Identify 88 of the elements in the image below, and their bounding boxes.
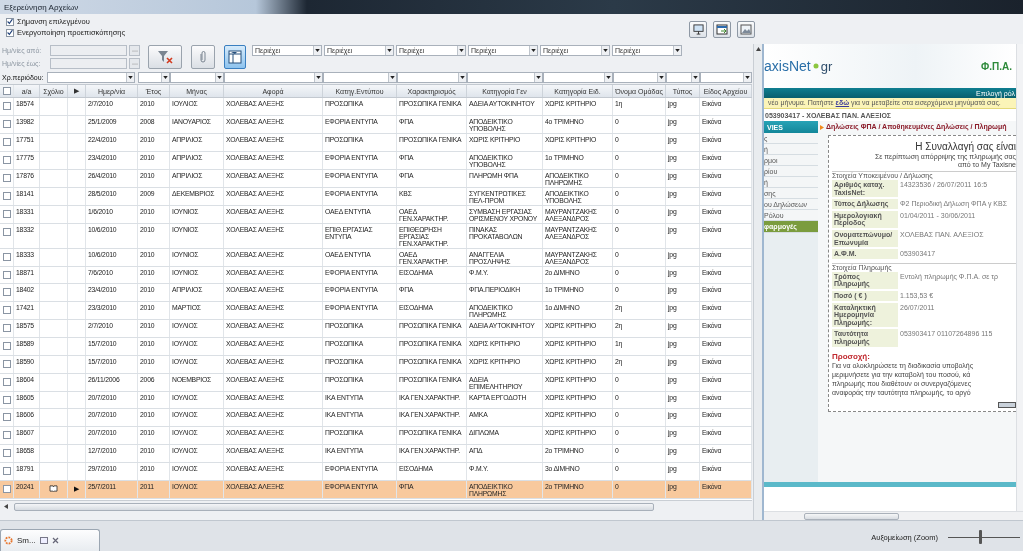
image-button[interactable] (737, 21, 755, 38)
scrollbar[interactable] (764, 511, 1023, 520)
column-filter-dropdown[interactable] (666, 72, 700, 83)
checkbox[interactable] (2, 395, 11, 404)
window-title: Εξερεύνηση Αρχείων (4, 2, 79, 12)
checkbox[interactable] (2, 324, 11, 333)
caret-icon (460, 76, 465, 79)
slider-thumb[interactable] (979, 530, 983, 544)
caret-icon (531, 49, 536, 52)
clear-filter-icon (157, 50, 173, 64)
checkbox[interactable] (6, 28, 14, 37)
caret-icon (675, 49, 680, 52)
column-filter-dropdown[interactable] (543, 72, 613, 83)
checkbox[interactable] (2, 252, 11, 261)
paperclip-icon (199, 50, 207, 64)
caret-icon (163, 76, 168, 79)
restore-icon[interactable] (39, 537, 48, 544)
caret-icon (745, 76, 750, 79)
checkbox[interactable] (2, 342, 11, 350)
column-filter-dropdown[interactable] (397, 72, 467, 83)
checkbox[interactable] (2, 137, 11, 146)
scrollbar-thumb[interactable] (14, 502, 654, 511)
page-button[interactable] (998, 401, 1016, 408)
column-filter-dropdown[interactable] (700, 72, 752, 83)
checkbox[interactable] (2, 102, 11, 110)
caret-icon (127, 76, 133, 79)
checkbox[interactable] (2, 155, 11, 164)
logo-text: axisNet (764, 58, 811, 74)
tab-title: Sm... (17, 536, 36, 545)
scrollbar-thumb[interactable] (804, 512, 899, 520)
scrollbar[interactable] (753, 44, 762, 520)
column-filter-dropdown[interactable] (323, 72, 397, 83)
warning-title: Προσοχή: (832, 351, 871, 361)
checkbox[interactable] (2, 413, 11, 422)
column-filter-dropdown[interactable] (613, 72, 666, 83)
caret-icon (693, 76, 698, 79)
checkbox[interactable] (2, 484, 11, 493)
page-heading: Φ.Π.Α. (981, 60, 1012, 72)
monitor-button[interactable] (689, 21, 707, 38)
column-filter-dropdown[interactable] (467, 72, 543, 83)
caret-icon (217, 76, 222, 79)
caret-icon (387, 49, 392, 52)
caret-icon (659, 76, 664, 79)
attach-button[interactable] (191, 45, 215, 69)
caret-icon (315, 49, 320, 52)
scroll-left-icon[interactable] (4, 504, 8, 509)
checkbox[interactable] (2, 191, 11, 200)
zoom-slider[interactable] (948, 530, 1020, 544)
caret-icon (390, 76, 395, 79)
checkbox[interactable] (2, 288, 11, 297)
checkbox[interactable] (2, 87, 11, 95)
bullet-icon (820, 125, 824, 130)
close-icon[interactable] (51, 537, 59, 544)
scrollbar[interactable] (1016, 44, 1023, 511)
checkbox[interactable] (2, 448, 11, 457)
filter-button[interactable] (224, 45, 246, 69)
checkbox[interactable] (2, 359, 11, 368)
checkbox[interactable] (2, 209, 11, 218)
scrollbar[interactable] (0, 500, 752, 512)
checkbox[interactable] (2, 227, 11, 236)
checkbox[interactable] (6, 17, 14, 26)
caret-icon (606, 76, 611, 79)
checkbox[interactable] (2, 466, 11, 475)
period-dropdown[interactable] (46, 72, 135, 83)
checkbox[interactable] (2, 377, 11, 386)
scroll-up-icon[interactable] (755, 47, 761, 51)
export-button[interactable] (713, 21, 731, 38)
filter-panel-icon (228, 50, 242, 64)
logo-text: gr (820, 58, 833, 74)
caret-icon (603, 49, 608, 52)
logo-dot-icon (812, 63, 819, 69)
caret-icon (536, 76, 541, 79)
clear-filter-button[interactable] (148, 45, 182, 69)
column-filter-dropdown[interactable] (170, 72, 224, 83)
result-title: Η Συναλλαγή σας είναι (915, 140, 1016, 152)
picture-icon (740, 24, 752, 35)
caret-icon (459, 49, 464, 52)
column-filter-dropdown[interactable] (224, 72, 323, 83)
checkbox[interactable] (2, 431, 11, 440)
monitor-icon (692, 24, 704, 35)
caret-icon (316, 76, 321, 79)
window-tab[interactable]: Sm... (0, 529, 100, 551)
column-filter-dropdown[interactable] (138, 72, 170, 83)
checkbox[interactable] (2, 270, 11, 279)
checkbox[interactable] (2, 119, 11, 128)
checkbox[interactable] (2, 306, 11, 315)
spinner-icon (4, 536, 13, 545)
checkbox[interactable] (2, 173, 11, 182)
